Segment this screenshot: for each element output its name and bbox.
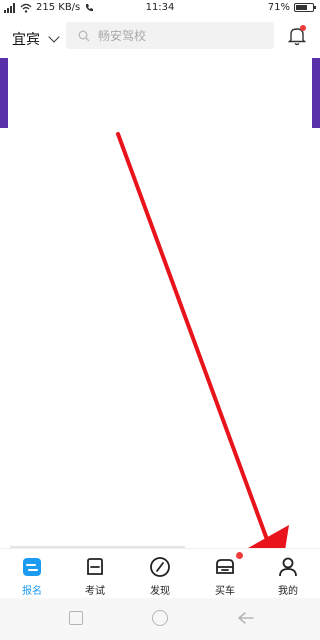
nav-label-buy-car: 买车 — [215, 586, 235, 597]
buy-car-icon — [213, 552, 243, 579]
nav-item-signup[interactable]: 报名 — [8, 555, 56, 597]
exam-icon — [83, 555, 107, 579]
signup-icon — [20, 555, 44, 579]
nav-item-discover[interactable]: 发现 — [136, 555, 184, 597]
home-button[interactable] — [152, 610, 168, 626]
nav-item-buy-car[interactable]: 买车 — [201, 552, 249, 597]
nav-label-profile: 我的 — [278, 586, 298, 597]
back-button[interactable] — [237, 611, 255, 625]
bottom-navigation: 报名 考试 发现 买车 我的 — [0, 548, 320, 598]
system-navigation-bar — [0, 598, 320, 640]
profile-icon — [276, 555, 300, 579]
nav-item-exam[interactable]: 考试 — [71, 555, 119, 597]
nav-item-profile[interactable]: 我的 — [264, 555, 312, 597]
discover-icon — [148, 555, 172, 579]
red-arrow-annotation — [116, 132, 289, 582]
nav-label-exam: 考试 — [85, 586, 105, 597]
nav-label-signup: 报名 — [22, 586, 42, 597]
recent-apps-button[interactable] — [69, 611, 83, 625]
nav-label-discover: 发现 — [150, 586, 170, 597]
buy-car-badge — [236, 552, 243, 559]
